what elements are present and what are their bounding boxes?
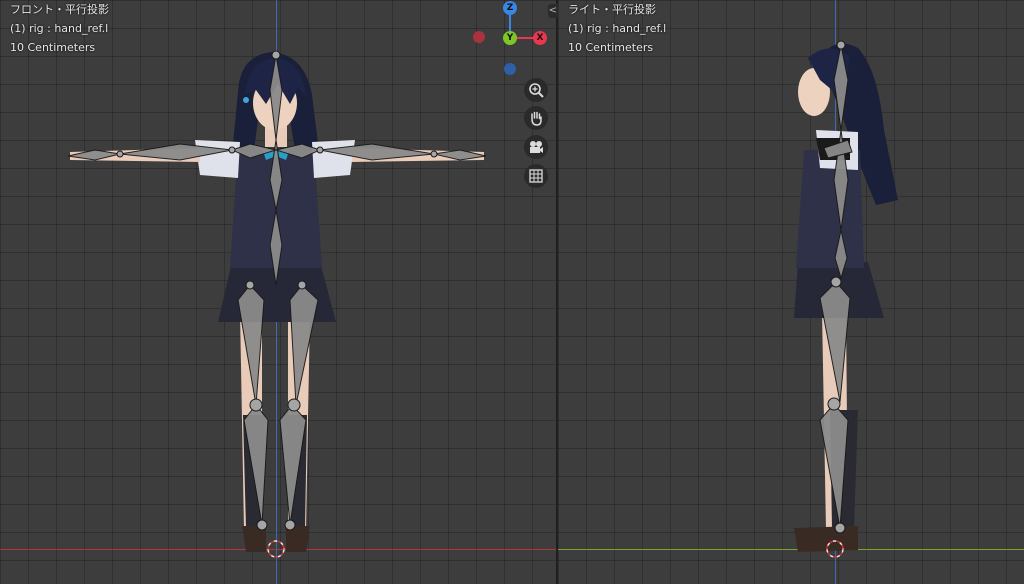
front-viewport[interactable]: フロント・平行投影 (1) rig : hand_ref.l 10 Centim…	[0, 0, 556, 584]
viewport-overlay-text: ライト・平行投影 (1) rig : hand_ref.l 10 Centime…	[568, 0, 666, 57]
view-name: フロント・平行投影	[10, 3, 109, 16]
scale-label: 10 Centimeters	[568, 41, 654, 54]
zoom-button[interactable]	[524, 78, 548, 102]
right-viewport[interactable]: ライト・平行投影 (1) rig : hand_ref.l 10 Centime…	[558, 0, 1024, 584]
gizmo-neg-z-axis[interactable]	[504, 63, 516, 75]
ortho-toggle-button[interactable]	[524, 164, 548, 188]
gizmo-z-axis[interactable]: Z	[503, 1, 517, 15]
pan-hand-icon	[531, 111, 542, 126]
gizmo-x-axis[interactable]: X	[533, 31, 547, 45]
scale-label: 10 Centimeters	[10, 41, 96, 54]
grid-ortho-icon	[529, 169, 543, 183]
gizmo-y-axis[interactable]: Y	[503, 31, 517, 45]
navigation-gizmo[interactable]: Z Y X	[470, 0, 556, 80]
viewport-overlay-text: フロント・平行投影 (1) rig : hand_ref.l 10 Centim…	[10, 0, 109, 57]
zoom-icon	[529, 83, 544, 98]
camera-icon	[530, 141, 543, 153]
object-info: (1) rig : hand_ref.l	[568, 22, 667, 35]
front-character-model[interactable]	[0, 0, 556, 584]
side-character-model[interactable]	[558, 0, 1024, 584]
view-name: ライト・平行投影	[568, 3, 656, 16]
object-info: (1) rig : hand_ref.l	[10, 22, 109, 35]
viewport-area: フロント・平行投影 (1) rig : hand_ref.l 10 Centim…	[0, 0, 1024, 584]
pan-button[interactable]	[524, 106, 548, 130]
3d-cursor-icon[interactable]	[267, 540, 285, 558]
gizmo-neg-x-axis[interactable]	[473, 31, 485, 43]
camera-view-button[interactable]	[524, 135, 548, 159]
